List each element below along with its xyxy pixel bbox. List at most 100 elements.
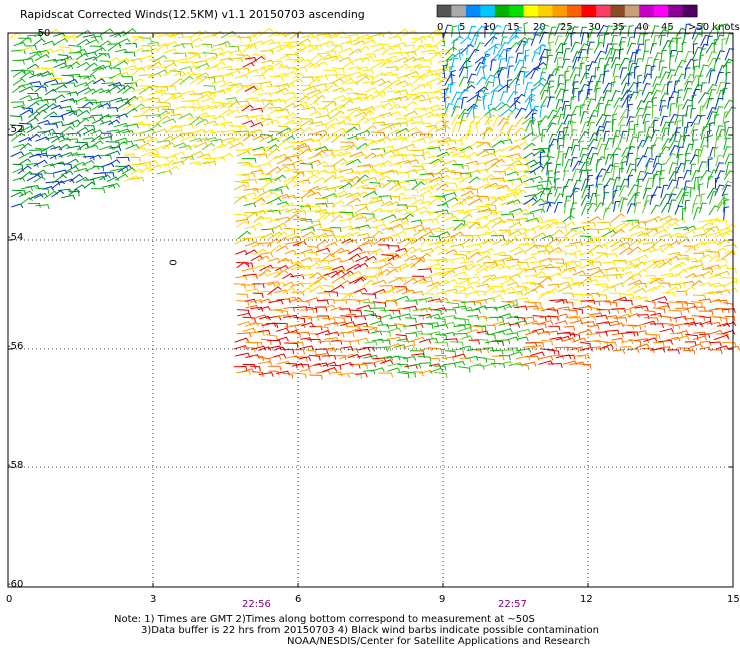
wind-barb: [322, 40, 335, 46]
wind-barb: [554, 251, 567, 257]
wind-barb: [641, 106, 652, 119]
wind-barb: [113, 60, 128, 68]
wind-barb: [659, 328, 674, 333]
wind-barb: [676, 330, 689, 335]
wind-barb: [170, 134, 184, 141]
wind-barb: [539, 257, 552, 263]
wind-barb: [627, 174, 634, 188]
wind-barb: [138, 123, 151, 130]
wind-barb: [699, 316, 712, 322]
wind-barb: [226, 109, 241, 116]
wind-barb: [427, 263, 442, 268]
wind-barb: [163, 48, 178, 54]
wind-barb: [275, 185, 289, 190]
wind-barb: [299, 287, 312, 295]
wind-barbs: [9, 22, 740, 380]
wind-barb: [426, 45, 439, 51]
wind-barb: [724, 126, 733, 140]
wind-barb: [162, 92, 176, 99]
wind-barb: [698, 115, 706, 125]
wind-barb: [355, 337, 369, 343]
wind-barb: [59, 126, 74, 135]
wind-barb: [674, 205, 684, 215]
wind-barb: [420, 162, 436, 167]
wind-barb: [572, 270, 586, 276]
wind-barb: [411, 36, 426, 44]
wind-barb: [690, 343, 703, 348]
wind-barb: [557, 285, 573, 293]
wind-barb: [618, 124, 626, 136]
wind-barb: [57, 163, 73, 169]
wind-barb: [315, 123, 328, 128]
wind-barb: [562, 215, 575, 223]
wind-barb: [329, 348, 343, 354]
wind-barb: [482, 92, 490, 104]
wind-barb: [18, 46, 34, 52]
wind-barb: [506, 91, 518, 103]
wind-barb: [532, 315, 547, 321]
wind-barb: [421, 293, 435, 299]
wind-barb: [603, 239, 616, 245]
wind-barb: [586, 98, 596, 110]
wind-barb: [652, 59, 659, 71]
wind-barb: [537, 290, 552, 300]
wind-barb: [683, 317, 695, 323]
wind-barb: [397, 171, 410, 178]
wind-barb: [297, 148, 312, 157]
wind-barb: [693, 252, 705, 258]
wind-barb: [105, 150, 121, 156]
wind-barb: [228, 45, 240, 52]
wind-barb: [354, 206, 369, 214]
wind-barb: [261, 228, 274, 234]
wind-barb: [530, 67, 541, 80]
wind-barb: [99, 28, 114, 36]
wind-barb: [290, 204, 303, 210]
wind-barb: [547, 115, 559, 127]
wind-barb: [572, 87, 579, 100]
wind-barb: [682, 349, 696, 355]
wind-barb: [484, 333, 496, 340]
wind-barb: [387, 96, 402, 102]
wind-barb: [148, 91, 164, 96]
wind-barb: [268, 62, 283, 71]
wind-barb: [114, 173, 129, 181]
wind-barb: [547, 363, 563, 368]
wind-barb: [585, 48, 594, 62]
wind-barb: [234, 74, 248, 79]
wind-barb: [665, 153, 677, 164]
wind-barb: [580, 315, 596, 321]
wind-barb: [481, 277, 494, 284]
wind-barb: [234, 238, 250, 245]
wind-barb: [532, 149, 546, 157]
wind-barb: [76, 127, 89, 133]
wind-barb: [525, 245, 539, 252]
wind-barb: [179, 61, 195, 67]
lat-tick-58: -58: [7, 460, 24, 471]
wind-barb: [283, 91, 296, 97]
wind-barb: [129, 156, 141, 162]
wind-barb: [452, 97, 463, 110]
wind-barb: [644, 317, 659, 323]
wind-barb: [509, 246, 523, 253]
wind-barb: [666, 81, 673, 95]
wind-barb: [321, 267, 335, 272]
wind-barb: [293, 100, 308, 107]
wind-barb: [714, 270, 730, 276]
wind-barb: [716, 239, 730, 246]
wind-barb: [513, 250, 527, 256]
wind-barb: [546, 122, 557, 133]
wind-barb: [386, 111, 401, 117]
wind-barb: [564, 244, 578, 249]
wind-barb: [211, 80, 227, 85]
wind-barb: [388, 36, 402, 41]
wind-barb: [485, 204, 497, 210]
wind-barb: [555, 226, 567, 232]
wind-barb: [321, 253, 334, 262]
wind-barb: [258, 68, 273, 78]
wind-barb: [507, 65, 514, 79]
wind-barb: [605, 154, 613, 165]
lon-tick-3: 3: [150, 594, 157, 605]
wind-barb: [621, 147, 631, 157]
wind-barb: [636, 227, 649, 233]
wind-barb: [643, 337, 658, 342]
